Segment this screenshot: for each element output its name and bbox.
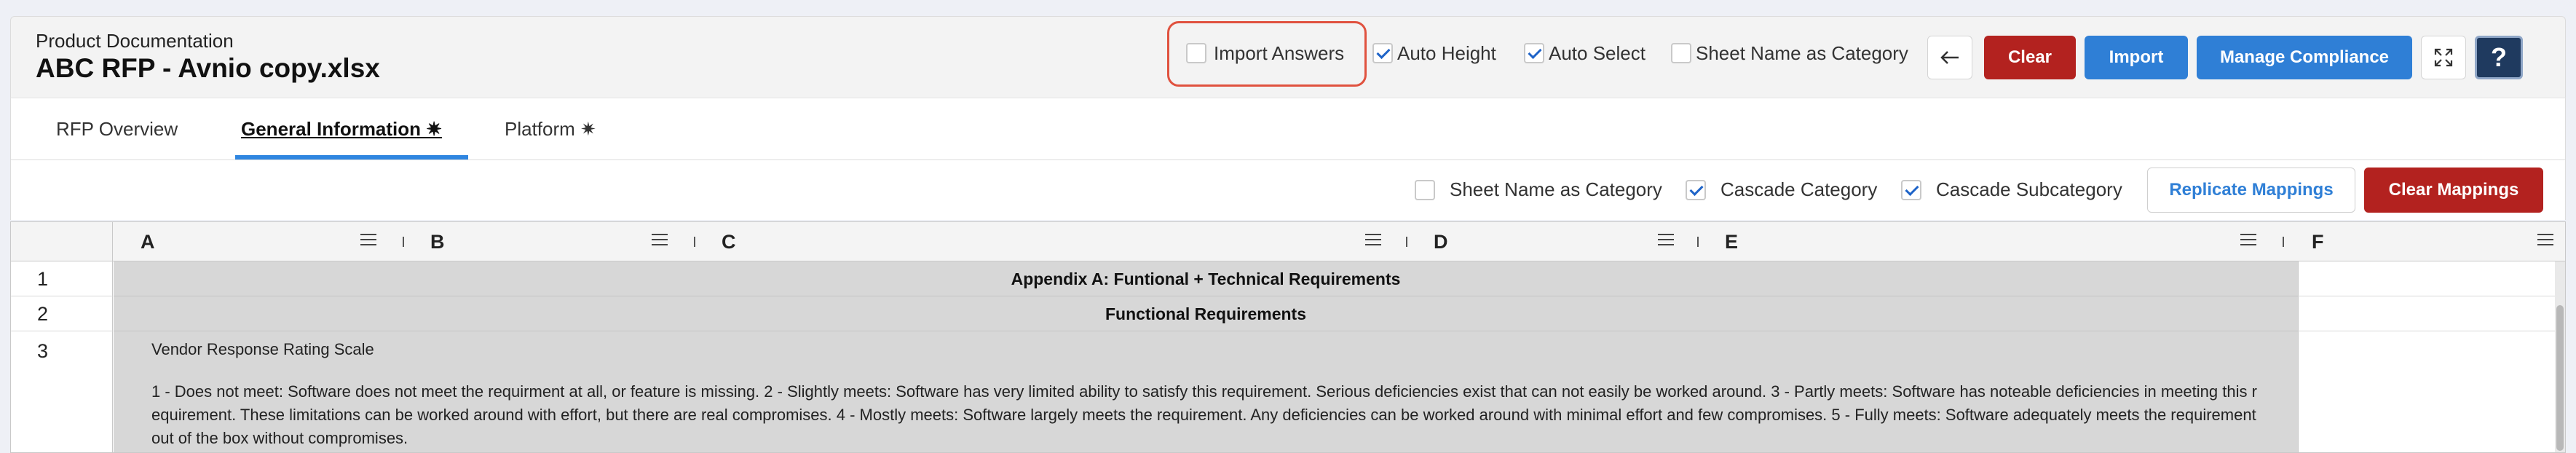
auto-select-checkbox[interactable]	[1524, 43, 1544, 63]
grid-corner	[11, 222, 113, 261]
row-header-1[interactable]: 1	[11, 261, 113, 296]
rating-scale-line-5: out of the box without compromises.	[151, 429, 408, 447]
import-button[interactable]: Import	[2085, 36, 2188, 79]
column-b-resize-handle[interactable]	[694, 237, 695, 247]
mapping-sheet-name-category-checkbox[interactable]	[1415, 180, 1435, 200]
rating-scale-line-1: Vendor Response Rating Scale	[151, 340, 374, 358]
column-header-f[interactable]: F	[2312, 231, 2324, 253]
column-e-menu-icon[interactable]	[2240, 234, 2256, 247]
functional-requirements-heading: Functional Requirements	[1105, 304, 1307, 323]
merged-cell-row-2[interactable]: Functional Requirements	[114, 296, 2298, 331]
grid-scrollbar[interactable]	[2555, 261, 2565, 452]
row-header-3[interactable]: 3	[11, 331, 113, 452]
tab-general-information[interactable]: General Information ✷	[241, 98, 442, 159]
cascade-category-label: Cascade Category	[1720, 178, 1878, 200]
row-header-2[interactable]: 2	[11, 296, 113, 331]
cascade-category-checkbox[interactable]	[1686, 180, 1706, 200]
grid-scrollbar-thumb[interactable]	[2556, 305, 2564, 451]
column-b-menu-icon[interactable]	[652, 234, 668, 247]
column-header-row: A B C D E F	[11, 222, 2565, 261]
page-title: ABC RFP - Avnio copy.xlsx	[36, 53, 380, 83]
auto-height-checkbox[interactable]	[1372, 43, 1393, 63]
help-button[interactable]: ?	[2475, 36, 2523, 79]
mapping-sheet-name-category-label: Sheet Name as Category	[1450, 178, 1662, 200]
import-answers-checkbox[interactable]	[1186, 43, 1206, 63]
sheet-name-category-label: Sheet Name as Category	[1696, 42, 1908, 64]
clear-button[interactable]: Clear	[1984, 36, 2076, 79]
column-f-menu-icon[interactable]	[2537, 234, 2553, 247]
tab-rfp-overview[interactable]: RFP Overview	[56, 98, 178, 159]
active-tab-indicator	[235, 155, 468, 159]
rating-scale-line-3: 1 - Does not meet: Software does not mee…	[151, 382, 2257, 401]
column-a-menu-icon[interactable]	[360, 234, 376, 247]
document-header: Product Documentation ABC RFP - Avnio co…	[10, 16, 2566, 98]
appendix-heading: Appendix A: Funtional + Technical Requir…	[1011, 269, 1401, 288]
merged-cell-row-1[interactable]: Appendix A: Funtional + Technical Requir…	[114, 261, 2298, 296]
column-header-d[interactable]: D	[1434, 231, 1448, 253]
column-c-menu-icon[interactable]	[1365, 234, 1381, 247]
arrow-left-icon	[1940, 51, 1959, 64]
tab-platform[interactable]: Platform ✷	[505, 98, 596, 159]
column-d-resize-handle[interactable]	[1697, 237, 1699, 247]
column-header-b[interactable]: B	[430, 231, 445, 253]
manage-compliance-button[interactable]: Manage Compliance	[2197, 36, 2412, 79]
page-subtitle: Product Documentation	[36, 30, 234, 52]
cell-f3[interactable]	[2298, 331, 2565, 452]
rating-scale-line-4: equirement. These limitations can be wor…	[151, 406, 2256, 424]
app-frame: Product Documentation ABC RFP - Avnio co…	[0, 0, 2576, 453]
cascade-subcategory-label: Cascade Subcategory	[1936, 178, 2122, 200]
back-button[interactable]	[1927, 36, 1972, 79]
expand-icon	[2434, 48, 2453, 67]
column-d-menu-icon[interactable]	[1658, 234, 1674, 247]
spreadsheet-grid[interactable]: A B C D E F 1 Appendix A: Funtional + Te…	[10, 221, 2566, 453]
clear-mappings-button[interactable]: Clear Mappings	[2364, 168, 2543, 213]
auto-height-label: Auto Height	[1397, 42, 1496, 64]
cell-f2[interactable]	[2298, 296, 2565, 331]
sheet-tabs: RFP Overview General Information ✷ Platf…	[10, 98, 2566, 160]
import-answers-label: Import Answers	[1214, 42, 1345, 64]
column-header-e[interactable]: E	[1725, 231, 1738, 253]
expand-button[interactable]	[2421, 36, 2466, 79]
auto-select-label: Auto Select	[1549, 42, 1645, 64]
replicate-mappings-button[interactable]: Replicate Mappings	[2147, 168, 2355, 213]
column-e-resize-handle[interactable]	[2283, 237, 2284, 247]
sheet-name-category-checkbox[interactable]	[1671, 43, 1691, 63]
mapping-toolbar: Sheet Name as Category Cascade Category …	[10, 160, 2566, 220]
merged-cell-row-3[interactable]: Vendor Response Rating Scale 1 - Does no…	[114, 331, 2298, 452]
column-header-a[interactable]: A	[141, 231, 155, 253]
column-c-resize-handle[interactable]	[1406, 237, 1407, 247]
cell-f1[interactable]	[2298, 261, 2565, 296]
cascade-subcategory-checkbox[interactable]	[1901, 180, 1921, 200]
column-header-c[interactable]: C	[722, 231, 736, 253]
column-a-resize-handle[interactable]	[403, 237, 404, 247]
